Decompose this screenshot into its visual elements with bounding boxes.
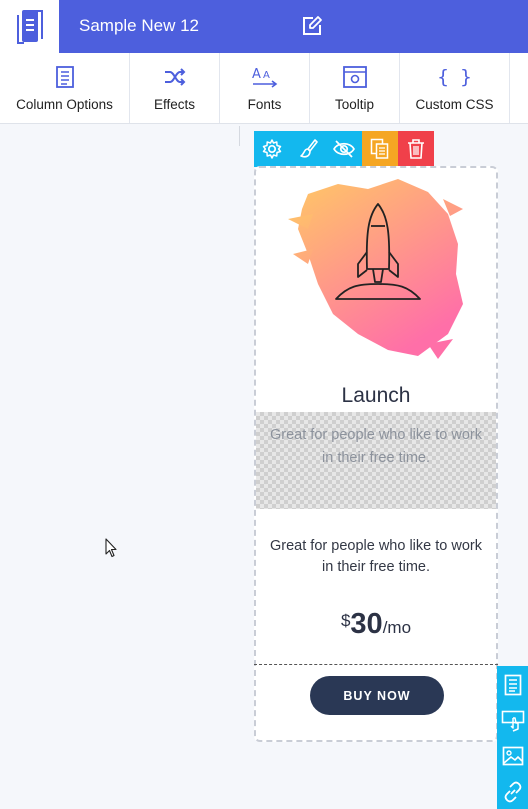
top-header: Sample New 12 bbox=[0, 0, 528, 53]
plan-description[interactable]: Great for people who like to work in the… bbox=[266, 536, 486, 578]
editor-toolbar: Column Options Effects A A Fonts Tooltip… bbox=[0, 53, 528, 124]
toolbar-label: Effects bbox=[153, 97, 196, 112]
side-toolbar bbox=[497, 666, 528, 809]
gear-icon[interactable] bbox=[254, 131, 290, 167]
column-toolbar bbox=[254, 131, 434, 167]
braces-icon: { } bbox=[437, 66, 472, 88]
document-icon[interactable] bbox=[497, 668, 528, 702]
edit-icon[interactable] bbox=[300, 14, 324, 38]
pricing-column[interactable]: Launch Great for people who like to work… bbox=[254, 166, 498, 742]
toolbar-custom-css[interactable]: { } Custom CSS bbox=[400, 53, 510, 123]
shuffle-icon bbox=[163, 64, 187, 90]
brush-icon[interactable] bbox=[290, 131, 326, 167]
svg-text:A: A bbox=[252, 67, 261, 82]
fonts-icon: A A bbox=[251, 64, 279, 90]
toolbar-tooltip[interactable]: Tooltip bbox=[310, 53, 400, 123]
plan-title[interactable]: Launch bbox=[256, 384, 496, 408]
image-icon[interactable] bbox=[497, 740, 528, 774]
divider bbox=[254, 664, 498, 665]
toolbar-label: Custom CSS bbox=[415, 97, 494, 112]
price-currency: $ bbox=[340, 611, 351, 630]
toolbar-label: Tooltip bbox=[334, 97, 375, 112]
canvas-guide bbox=[239, 126, 240, 146]
duplicate-icon[interactable] bbox=[362, 131, 398, 167]
price-amount: 30 bbox=[350, 608, 383, 640]
click-icon[interactable] bbox=[497, 704, 528, 738]
link-icon[interactable] bbox=[497, 775, 528, 809]
rocket-icon[interactable] bbox=[278, 174, 478, 364]
toolbar-column-options[interactable]: Column Options bbox=[0, 53, 130, 123]
transparent-placeholder[interactable]: Great for people who like to work in the… bbox=[256, 412, 496, 509]
eye-off-icon[interactable] bbox=[326, 131, 362, 167]
toolbar-label: Column Options bbox=[16, 97, 113, 112]
document-title[interactable]: Sample New 12 bbox=[79, 16, 199, 36]
mouse-cursor-icon bbox=[105, 538, 117, 558]
placeholder-text: Great for people who like to work in the… bbox=[270, 427, 482, 466]
plan-price[interactable]: $30/mo bbox=[256, 608, 496, 641]
toolbar-fonts[interactable]: A A Fonts bbox=[220, 53, 310, 123]
toolbar-overflow[interactable] bbox=[510, 53, 528, 123]
buy-now-button[interactable]: BUY NOW bbox=[310, 676, 444, 715]
svg-text:A: A bbox=[263, 70, 270, 81]
price-period: /mo bbox=[382, 618, 412, 637]
toolbar-effects[interactable]: Effects bbox=[130, 53, 220, 123]
trash-icon[interactable] bbox=[398, 131, 434, 167]
app-logo-icon[interactable] bbox=[0, 0, 59, 53]
tooltip-icon bbox=[342, 64, 367, 90]
column-options-icon bbox=[55, 64, 75, 90]
toolbar-label: Fonts bbox=[247, 97, 282, 112]
